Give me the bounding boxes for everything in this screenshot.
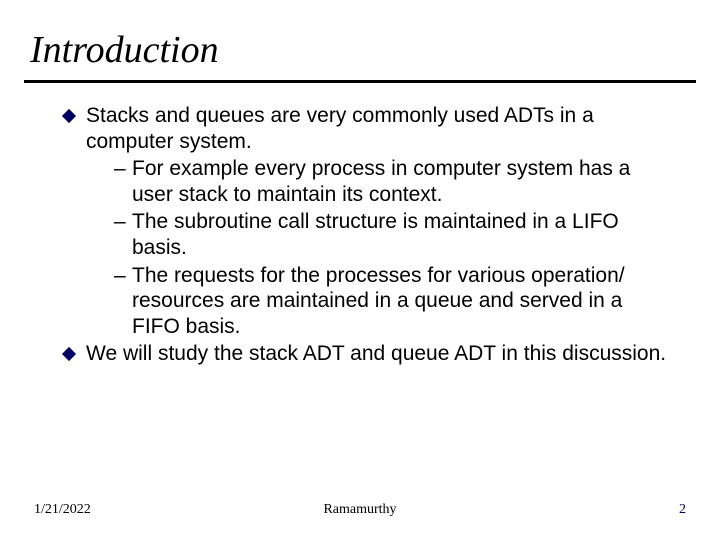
- dash-bullet-icon: –: [114, 209, 126, 235]
- footer-page-number: 2: [679, 502, 686, 518]
- slide: Introduction Stacks and queues are very …: [0, 0, 720, 540]
- sub-bullet-text: The requests for the processes for vario…: [132, 264, 625, 338]
- sub-bullet-text: The subroutine call structure is maintai…: [132, 210, 619, 259]
- slide-content: Stacks and queues are very commonly used…: [24, 103, 696, 367]
- dash-bullet-icon: –: [114, 263, 126, 289]
- footer-author: Ramamurthy: [323, 502, 396, 518]
- dash-bullet-icon: –: [114, 156, 126, 182]
- bullet-item: Stacks and queues are very commonly used…: [86, 103, 672, 339]
- sub-bullet-list: – For example every process in computer …: [86, 156, 672, 339]
- sub-bullet-item: – For example every process in computer …: [114, 156, 672, 207]
- sub-bullet-text: For example every process in computer sy…: [132, 157, 630, 206]
- bullet-item: We will study the stack ADT and queue AD…: [86, 341, 672, 367]
- diamond-bullet-icon: [62, 109, 76, 123]
- slide-title: Introduction: [24, 28, 696, 80]
- bullet-text: We will study the stack ADT and queue AD…: [86, 341, 672, 367]
- footer-date: 1/21/2022: [34, 502, 91, 518]
- title-underline: [24, 80, 696, 83]
- bullet-text: Stacks and queues are very commonly used…: [86, 103, 672, 154]
- sub-bullet-item: – The requests for the processes for var…: [114, 263, 672, 340]
- diamond-bullet-icon: [62, 347, 76, 361]
- slide-footer: 1/21/2022 Ramamurthy 2: [0, 502, 720, 518]
- sub-bullet-item: – The subroutine call structure is maint…: [114, 209, 672, 260]
